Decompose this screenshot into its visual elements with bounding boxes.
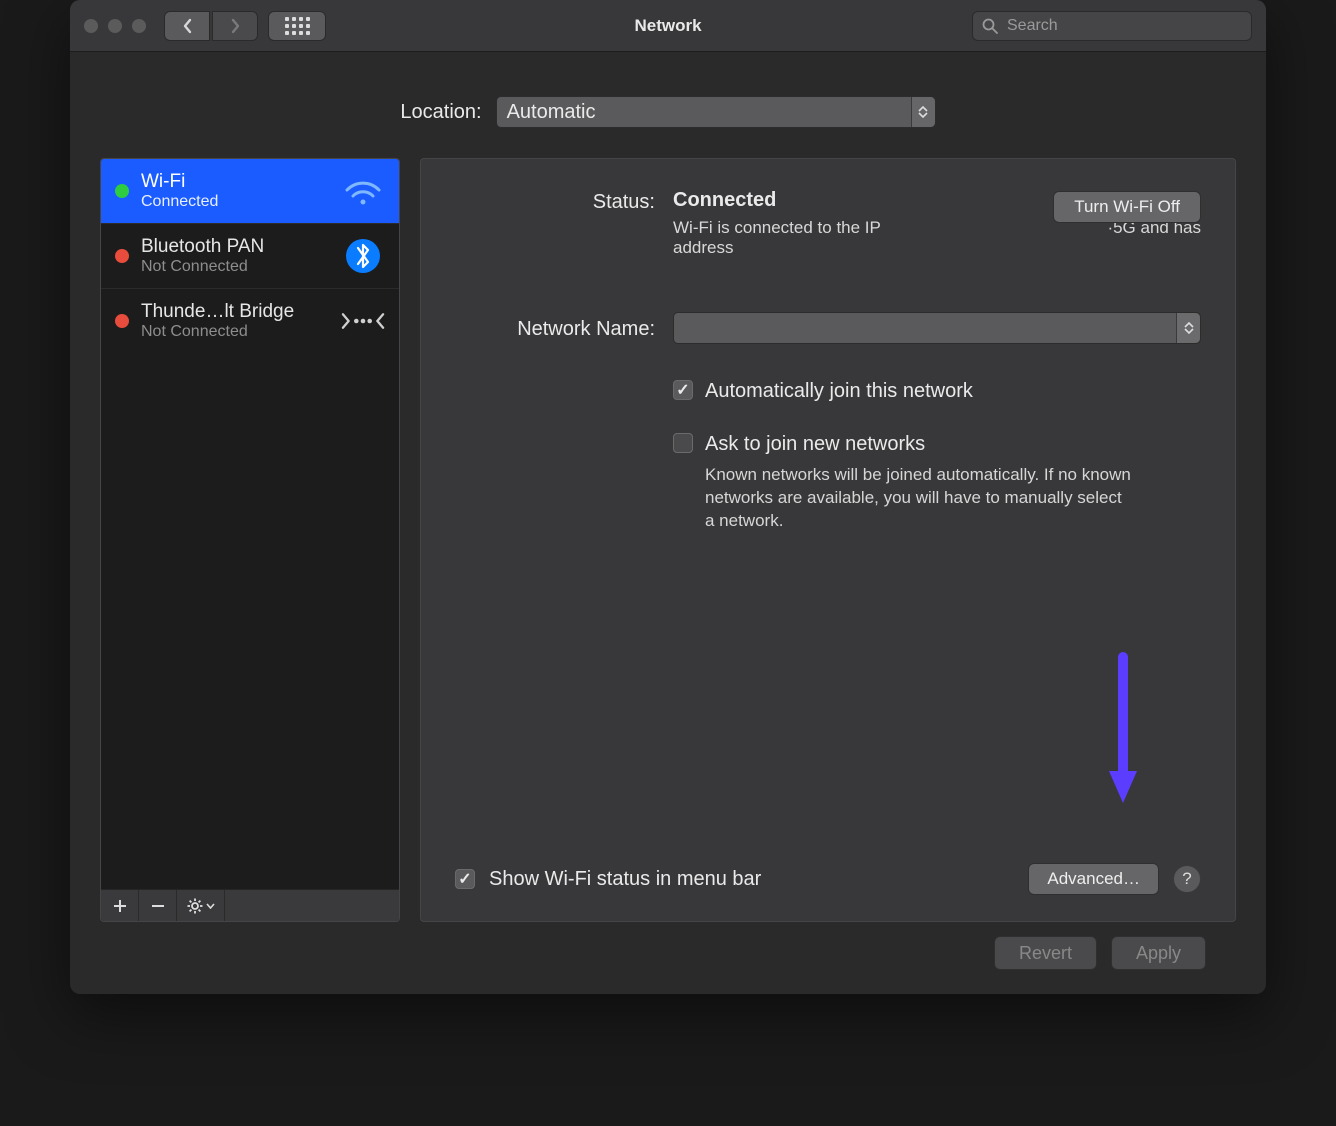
service-text: Wi-Fi Connected — [141, 171, 329, 211]
status-sub-right: ·5G and has — [1107, 218, 1201, 258]
status-dot-icon — [115, 314, 129, 328]
select-handle-icon — [1176, 313, 1200, 343]
auto-join-label: Automatically join this network — [705, 380, 973, 403]
service-name: Thunde…lt Bridge — [141, 301, 329, 323]
location-select[interactable]: Automatic — [496, 96, 936, 128]
service-status: Not Connected — [141, 258, 329, 276]
gear-icon — [187, 898, 203, 914]
chevron-right-icon — [230, 18, 241, 34]
chevron-left-icon — [182, 18, 193, 34]
status-dot-icon — [115, 184, 129, 198]
minimize-window-button[interactable] — [108, 19, 122, 33]
search-icon — [982, 18, 998, 34]
window-title: Network — [634, 16, 701, 36]
forward-button[interactable] — [212, 11, 258, 41]
close-window-button[interactable] — [84, 19, 98, 33]
service-name: Bluetooth PAN — [141, 236, 329, 258]
show-all-button[interactable] — [268, 11, 326, 41]
plus-icon — [113, 899, 127, 913]
question-icon: ? — [1182, 869, 1191, 889]
chevron-down-icon — [206, 903, 215, 909]
status-subtext: Wi-Fi is connected to the IP address ·5G… — [673, 218, 1201, 258]
status-sub-left: Wi-Fi is connected to the IP address — [673, 218, 883, 258]
service-item-wifi[interactable]: Wi-Fi Connected — [101, 159, 399, 223]
remove-service-button[interactable] — [139, 890, 177, 921]
columns: Wi-Fi Connected — [100, 158, 1236, 922]
detail-panel: Turn Wi-Fi Off Status: Connected Wi-Fi i… — [420, 158, 1236, 922]
network-name-select[interactable] — [673, 312, 1201, 344]
menubar-checkbox[interactable] — [455, 869, 475, 889]
back-button[interactable] — [164, 11, 210, 41]
annotation-arrow-icon — [1103, 651, 1143, 811]
search-wrap — [972, 11, 1252, 41]
select-handle-icon — [911, 97, 935, 127]
service-item-thunderbolt[interactable]: Thunde…lt Bridge Not Connected — [101, 288, 399, 353]
network-preferences-window: Network Location: Automatic — [70, 0, 1266, 994]
titlebar: Network — [70, 0, 1266, 52]
ask-join-label: Ask to join new networks — [705, 433, 925, 456]
menubar-label: Show Wi-Fi status in menu bar — [489, 868, 761, 891]
apply-button[interactable]: Apply — [1111, 936, 1206, 970]
service-status: Not Connected — [141, 323, 329, 341]
status-value: Connected — [673, 189, 776, 211]
help-button[interactable]: ? — [1173, 865, 1201, 893]
minus-icon — [151, 899, 165, 913]
ask-join-checkbox[interactable] — [673, 433, 693, 453]
auto-join-checkbox[interactable] — [673, 380, 693, 400]
service-text: Thunde…lt Bridge Not Connected — [141, 301, 329, 341]
ask-join-row: Ask to join new networks — [673, 433, 1201, 456]
add-service-button[interactable] — [101, 890, 139, 921]
advanced-button[interactable]: Advanced… — [1028, 863, 1159, 895]
service-list: Wi-Fi Connected — [101, 159, 399, 889]
location-value: Automatic — [507, 101, 596, 124]
grid-icon — [285, 17, 310, 35]
sidebar-footer — [101, 889, 399, 921]
service-status: Connected — [141, 193, 329, 211]
ask-join-help: Known networks will be joined automatica… — [705, 464, 1135, 533]
network-name-row: Network Name: — [455, 312, 1201, 344]
location-row: Location: Automatic — [100, 96, 1236, 128]
window-body: Location: Automatic Wi-Fi Connected — [70, 52, 1266, 994]
nav-group — [164, 11, 258, 41]
revert-button[interactable]: Revert — [994, 936, 1097, 970]
status-dot-icon — [115, 249, 129, 263]
status-label: Status: — [455, 189, 655, 258]
bottom-bar: Revert Apply — [100, 922, 1236, 970]
traffic-lights — [84, 19, 146, 33]
zoom-window-button[interactable] — [132, 19, 146, 33]
search-input[interactable] — [972, 11, 1252, 41]
auto-join-row: Automatically join this network — [673, 380, 1201, 403]
wifi-toggle-button[interactable]: Turn Wi-Fi Off — [1053, 191, 1201, 223]
network-name-label: Network Name: — [455, 316, 655, 341]
service-text: Bluetooth PAN Not Connected — [141, 236, 329, 276]
service-name: Wi-Fi — [141, 171, 329, 193]
wifi-icon — [341, 176, 385, 206]
service-actions-button[interactable] — [177, 890, 225, 921]
service-item-bluetooth[interactable]: Bluetooth PAN Not Connected — [101, 223, 399, 288]
thunderbolt-bridge-icon — [341, 306, 385, 336]
detail-footer: Show Wi-Fi status in menu bar Advanced… … — [455, 863, 1201, 895]
service-sidebar: Wi-Fi Connected — [100, 158, 400, 922]
location-label: Location: — [400, 101, 481, 124]
bluetooth-icon — [341, 238, 385, 274]
